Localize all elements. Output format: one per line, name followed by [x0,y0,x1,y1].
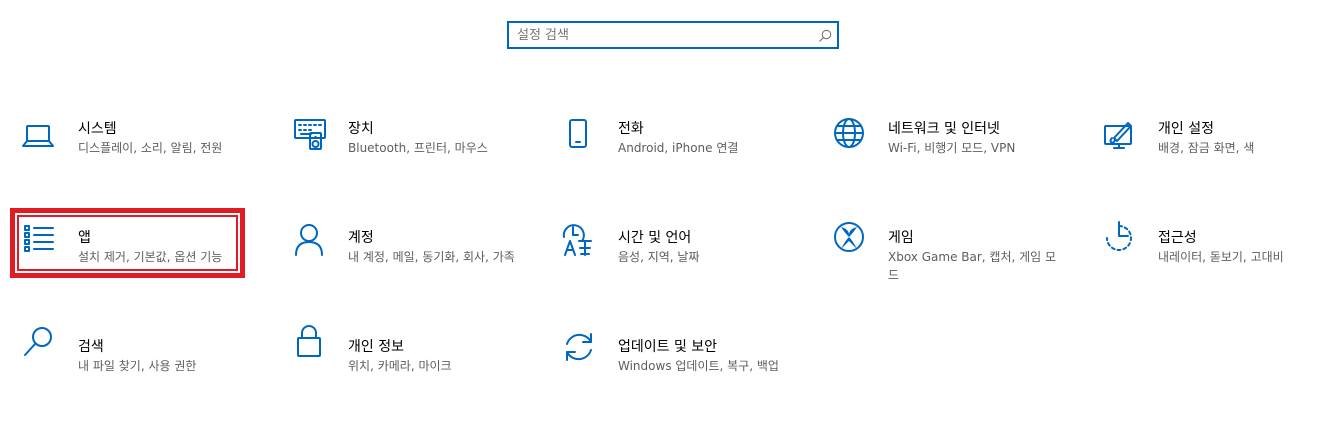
person-icon [290,224,326,265]
tile-title: 업데이트 및 보안 [618,339,718,355]
tile-system[interactable]: 시스템 디스플레이, 소리, 알림, 전원 [20,120,260,200]
tile-title: 시간 및 언어 [618,230,692,246]
tile-title: 계정 [348,230,374,246]
tile-devices[interactable]: 장치 Bluetooth, 프린터, 마우스 [290,119,530,200]
tile-description: 내 파일 찾기, 사용 권한 [78,359,197,373]
tile-description: 음성, 지역, 날짜 [618,250,700,264]
globe-icon [830,118,866,156]
tile-description: 위치, 카메라, 마이크 [348,359,452,373]
tile-title: 시스템 [78,121,117,137]
tile-description: 배경, 잠금 화면, 색 [1158,141,1255,155]
lock-icon [290,325,326,374]
sync-arrows-icon [560,333,596,374]
tile-personalization[interactable]: 개인 설정 배경, 잠금 화면, 색 [1100,120,1327,200]
tile-accounts[interactable]: 계정 내 계정, 메일, 동기화, 회사, 가족 [290,224,530,309]
laptop-icon [20,120,56,156]
tile-privacy[interactable]: 개인 정보 위치, 카메라, 마이크 [290,325,530,418]
tile-update-security[interactable]: 업데이트 및 보안 Windows 업데이트, 복구, 백업 [560,333,800,418]
search-icon[interactable] [817,28,833,44]
tile-network[interactable]: 네트워크 및 인터넷 Wi-Fi, 비행기 모드, VPN [830,118,1070,200]
tile-title: 개인 설정 [1158,121,1214,137]
tile-title: 접근성 [1158,230,1197,246]
tile-description: 내 계정, 메일, 동기화, 회사, 가족 [348,250,515,264]
xbox-icon [830,222,866,265]
search-input[interactable] [517,26,807,44]
tile-description: Android, iPhone 연결 [618,141,739,155]
tile-title: 게임 [888,230,914,246]
tile-phone[interactable]: 전화 Android, iPhone 연결 [560,119,800,200]
tile-description: 디스플레이, 소리, 알림, 전원 [78,141,223,155]
tile-description: Bluetooth, 프린터, 마우스 [348,141,488,155]
tile-description: Windows 업데이트, 복구, 백업 [618,359,779,373]
tile-accessibility[interactable]: 접근성 내레이터, 돋보기, 고대비 [1100,221,1327,309]
tile-title: 개인 정보 [348,339,404,355]
paint-monitor-icon [1100,120,1136,156]
tile-description: Xbox Game Bar, 캡처, 게임 모드 [888,250,1057,282]
tile-title: 장치 [348,121,374,137]
phone-icon [560,119,596,156]
search-magnifier-icon [20,327,56,374]
tile-title: 전화 [618,121,644,137]
tile-gaming[interactable]: 게임 Xbox Game Bar, 캡처, 게임 모드 [830,222,1070,309]
tile-description: 내레이터, 돋보기, 고대비 [1158,250,1284,264]
tile-title: 네트워크 및 인터넷 [888,121,1000,137]
tile-description: Wi-Fi, 비행기 모드, VPN [888,141,1016,155]
accessibility-timer-icon [1100,221,1136,265]
settings-search-box[interactable] [507,21,839,49]
time-language-icon [560,224,596,265]
tile-title: 검색 [78,339,104,355]
keyboard-speaker-icon [290,119,326,156]
tile-time-language[interactable]: 시간 및 언어 음성, 지역, 날짜 [560,224,800,309]
tile-search[interactable]: 검색 내 파일 찾기, 사용 권한 [20,327,260,418]
selected-tile-highlight [10,208,245,278]
